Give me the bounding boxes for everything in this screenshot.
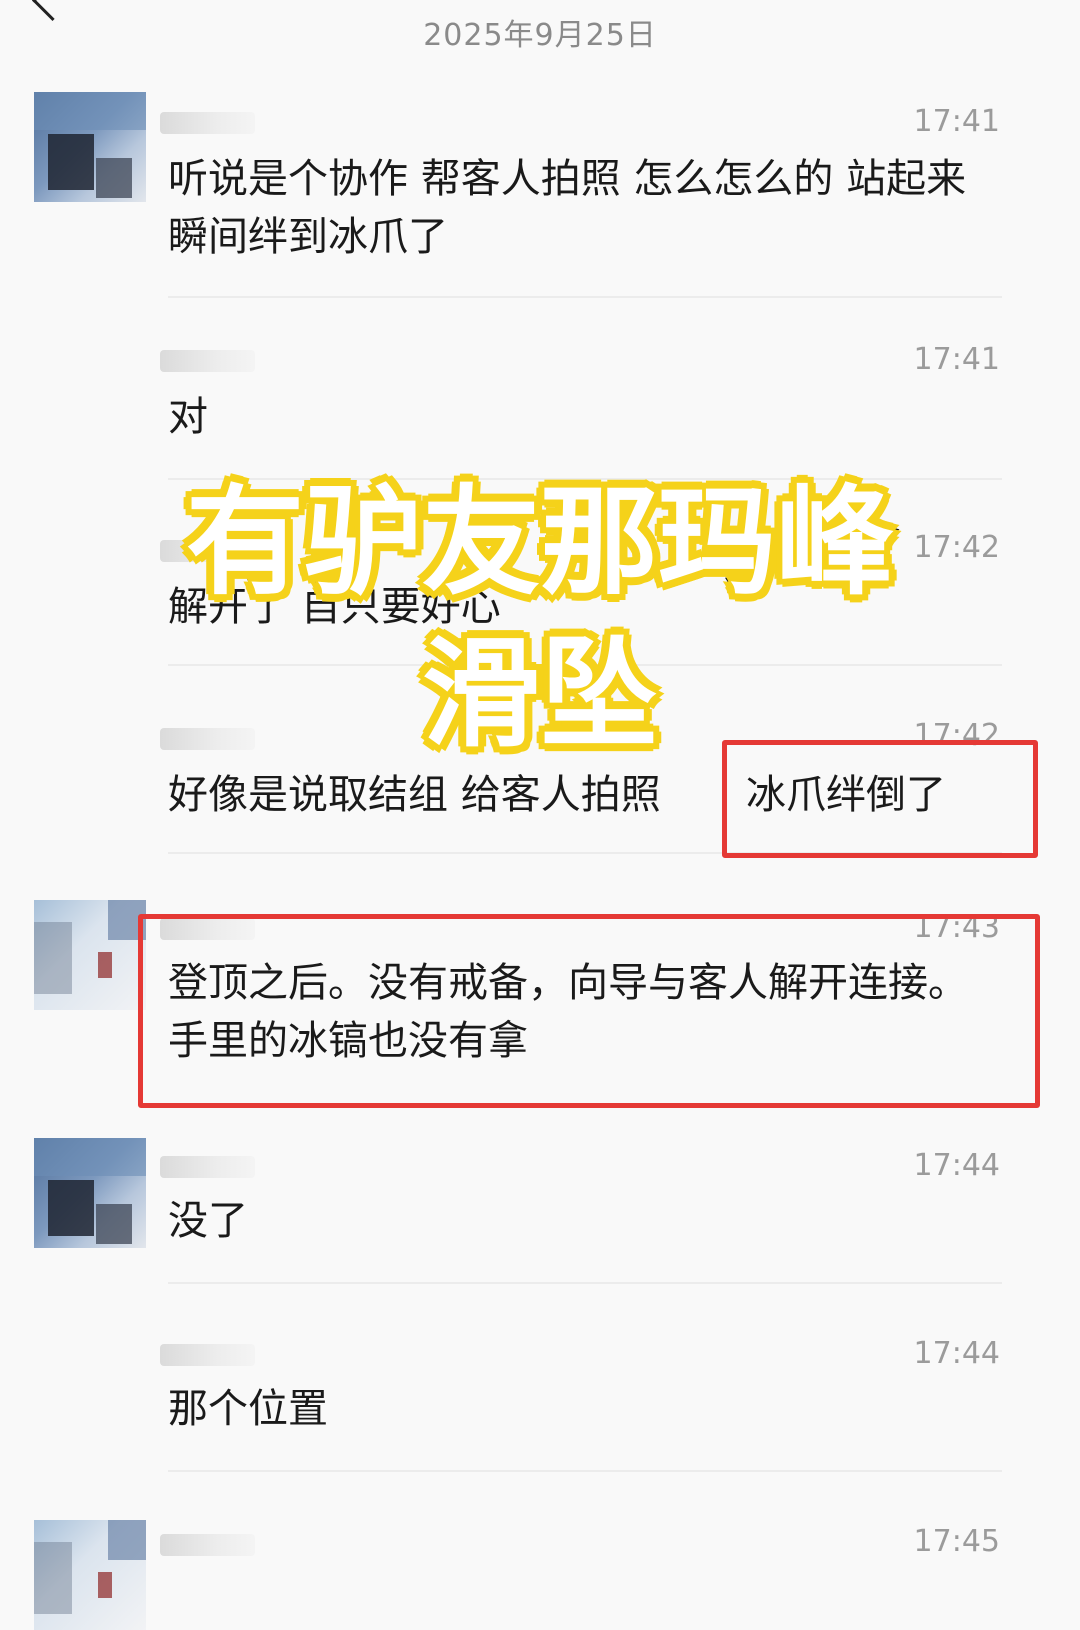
sender-name-blurred (160, 112, 255, 134)
message-time: 17:44 (913, 1148, 1000, 1183)
message-time: 17:41 (913, 104, 1000, 139)
avatar[interactable] (34, 92, 146, 202)
overlay-caption-line1: 有驴友那玛峰 (183, 470, 897, 614)
sender-name-blurred (160, 1344, 255, 1366)
highlight-box (138, 914, 1040, 1108)
message-text: 好像是说取结组 给客人拍照 (168, 772, 661, 818)
message-text: 对 (168, 394, 208, 440)
overlay-caption-line2: 滑坠 (419, 622, 661, 766)
message-text: 没了 (168, 1198, 248, 1244)
divider (168, 1470, 1002, 1472)
sender-name-blurred (160, 1156, 255, 1178)
sender-name-blurred (160, 350, 255, 372)
message-time: 17:44 (913, 1336, 1000, 1371)
message-time: 17:41 (913, 342, 1000, 377)
message-text: 听说是个协作 帮客人拍照 怎么怎么的 站起来瞬间绊到冰爪了 (168, 156, 967, 260)
message-text: 那个位置 (168, 1386, 328, 1432)
avatar[interactable] (34, 1138, 146, 1248)
sender-name-blurred (160, 1534, 255, 1556)
message-time: 17:45 (913, 1524, 1000, 1559)
avatar[interactable] (34, 1520, 146, 1630)
chat-date-header: 2025年9月25日 (423, 18, 657, 53)
divider (168, 296, 1002, 298)
avatar[interactable] (34, 900, 146, 1010)
divider (168, 1282, 1002, 1284)
